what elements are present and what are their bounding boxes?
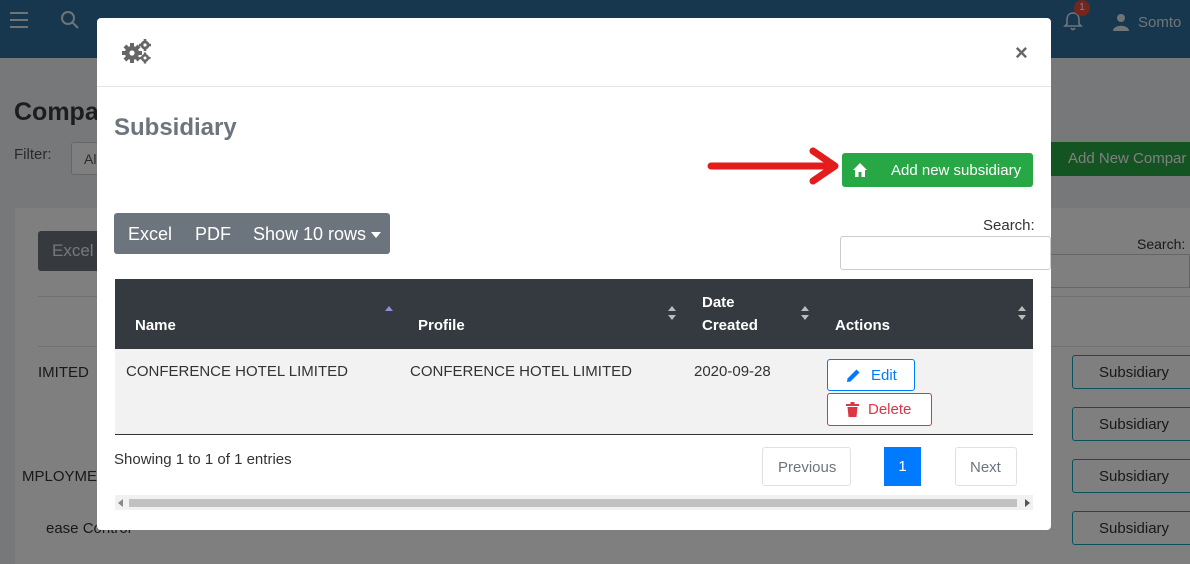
th-date-line2[interactable]: Created [702, 317, 758, 334]
search-label: Search: [983, 217, 1035, 234]
pagination-previous[interactable]: Previous [762, 447, 851, 486]
delete-button[interactable]: Delete [827, 393, 932, 426]
gears-icon [122, 39, 151, 64]
horizontal-scrollbar[interactable] [115, 495, 1033, 510]
cell-date-created: 2020-09-28 [694, 363, 771, 380]
show-rows-dropdown[interactable]: Show 10 rows [253, 224, 382, 245]
table-info: Showing 1 to 1 of 1 entries [114, 451, 292, 468]
th-name[interactable]: Name [135, 317, 176, 334]
show-rows-label: Show 10 rows [253, 224, 367, 244]
scroll-left-icon[interactable] [118, 499, 123, 507]
cell-profile: CONFERENCE HOTEL LIMITED [410, 363, 632, 380]
pdf-button[interactable]: PDF [195, 224, 231, 245]
add-button-label: Add new subsidiary [891, 162, 1022, 179]
sort-asc-icon[interactable] [385, 305, 393, 321]
excel-button[interactable]: Excel [128, 224, 172, 245]
edit-label: Edit [871, 367, 897, 384]
subsidiary-modal: × Subsidiary Add new subsidiary Excel PD… [97, 18, 1051, 530]
red-arrow-annotation [707, 147, 839, 185]
pencil-icon [847, 369, 860, 382]
pagination-page-1[interactable]: 1 [884, 447, 921, 486]
table-row: CONFERENCE HOTEL LIMITED CONFERENCE HOTE… [115, 349, 1033, 435]
scrollbar-thumb[interactable] [129, 499, 1017, 507]
modal-title: Subsidiary [114, 114, 237, 141]
table-header: Name Profile Date Created Actions [115, 279, 1033, 349]
home-icon [853, 163, 867, 177]
pagination-next[interactable]: Next [955, 447, 1017, 486]
add-new-subsidiary-button[interactable]: Add new subsidiary [842, 153, 1033, 187]
sort-icon[interactable] [668, 305, 676, 321]
cell-name: CONFERENCE HOTEL LIMITED [126, 363, 348, 380]
delete-label: Delete [868, 401, 912, 418]
search-input[interactable] [840, 236, 1051, 270]
th-actions[interactable]: Actions [835, 317, 890, 334]
modal-header: × [97, 18, 1051, 87]
trash-icon [846, 402, 859, 417]
scroll-right-icon[interactable] [1025, 499, 1030, 507]
sort-icon[interactable] [1018, 305, 1026, 321]
edit-button[interactable]: Edit [827, 359, 915, 391]
sort-icon[interactable] [801, 305, 809, 321]
close-icon[interactable]: × [1015, 40, 1028, 66]
chevron-down-icon [371, 232, 382, 239]
th-date-line1[interactable]: Date [702, 294, 735, 311]
export-button-group: Excel PDF Show 10 rows [114, 213, 390, 254]
th-profile[interactable]: Profile [418, 317, 465, 334]
